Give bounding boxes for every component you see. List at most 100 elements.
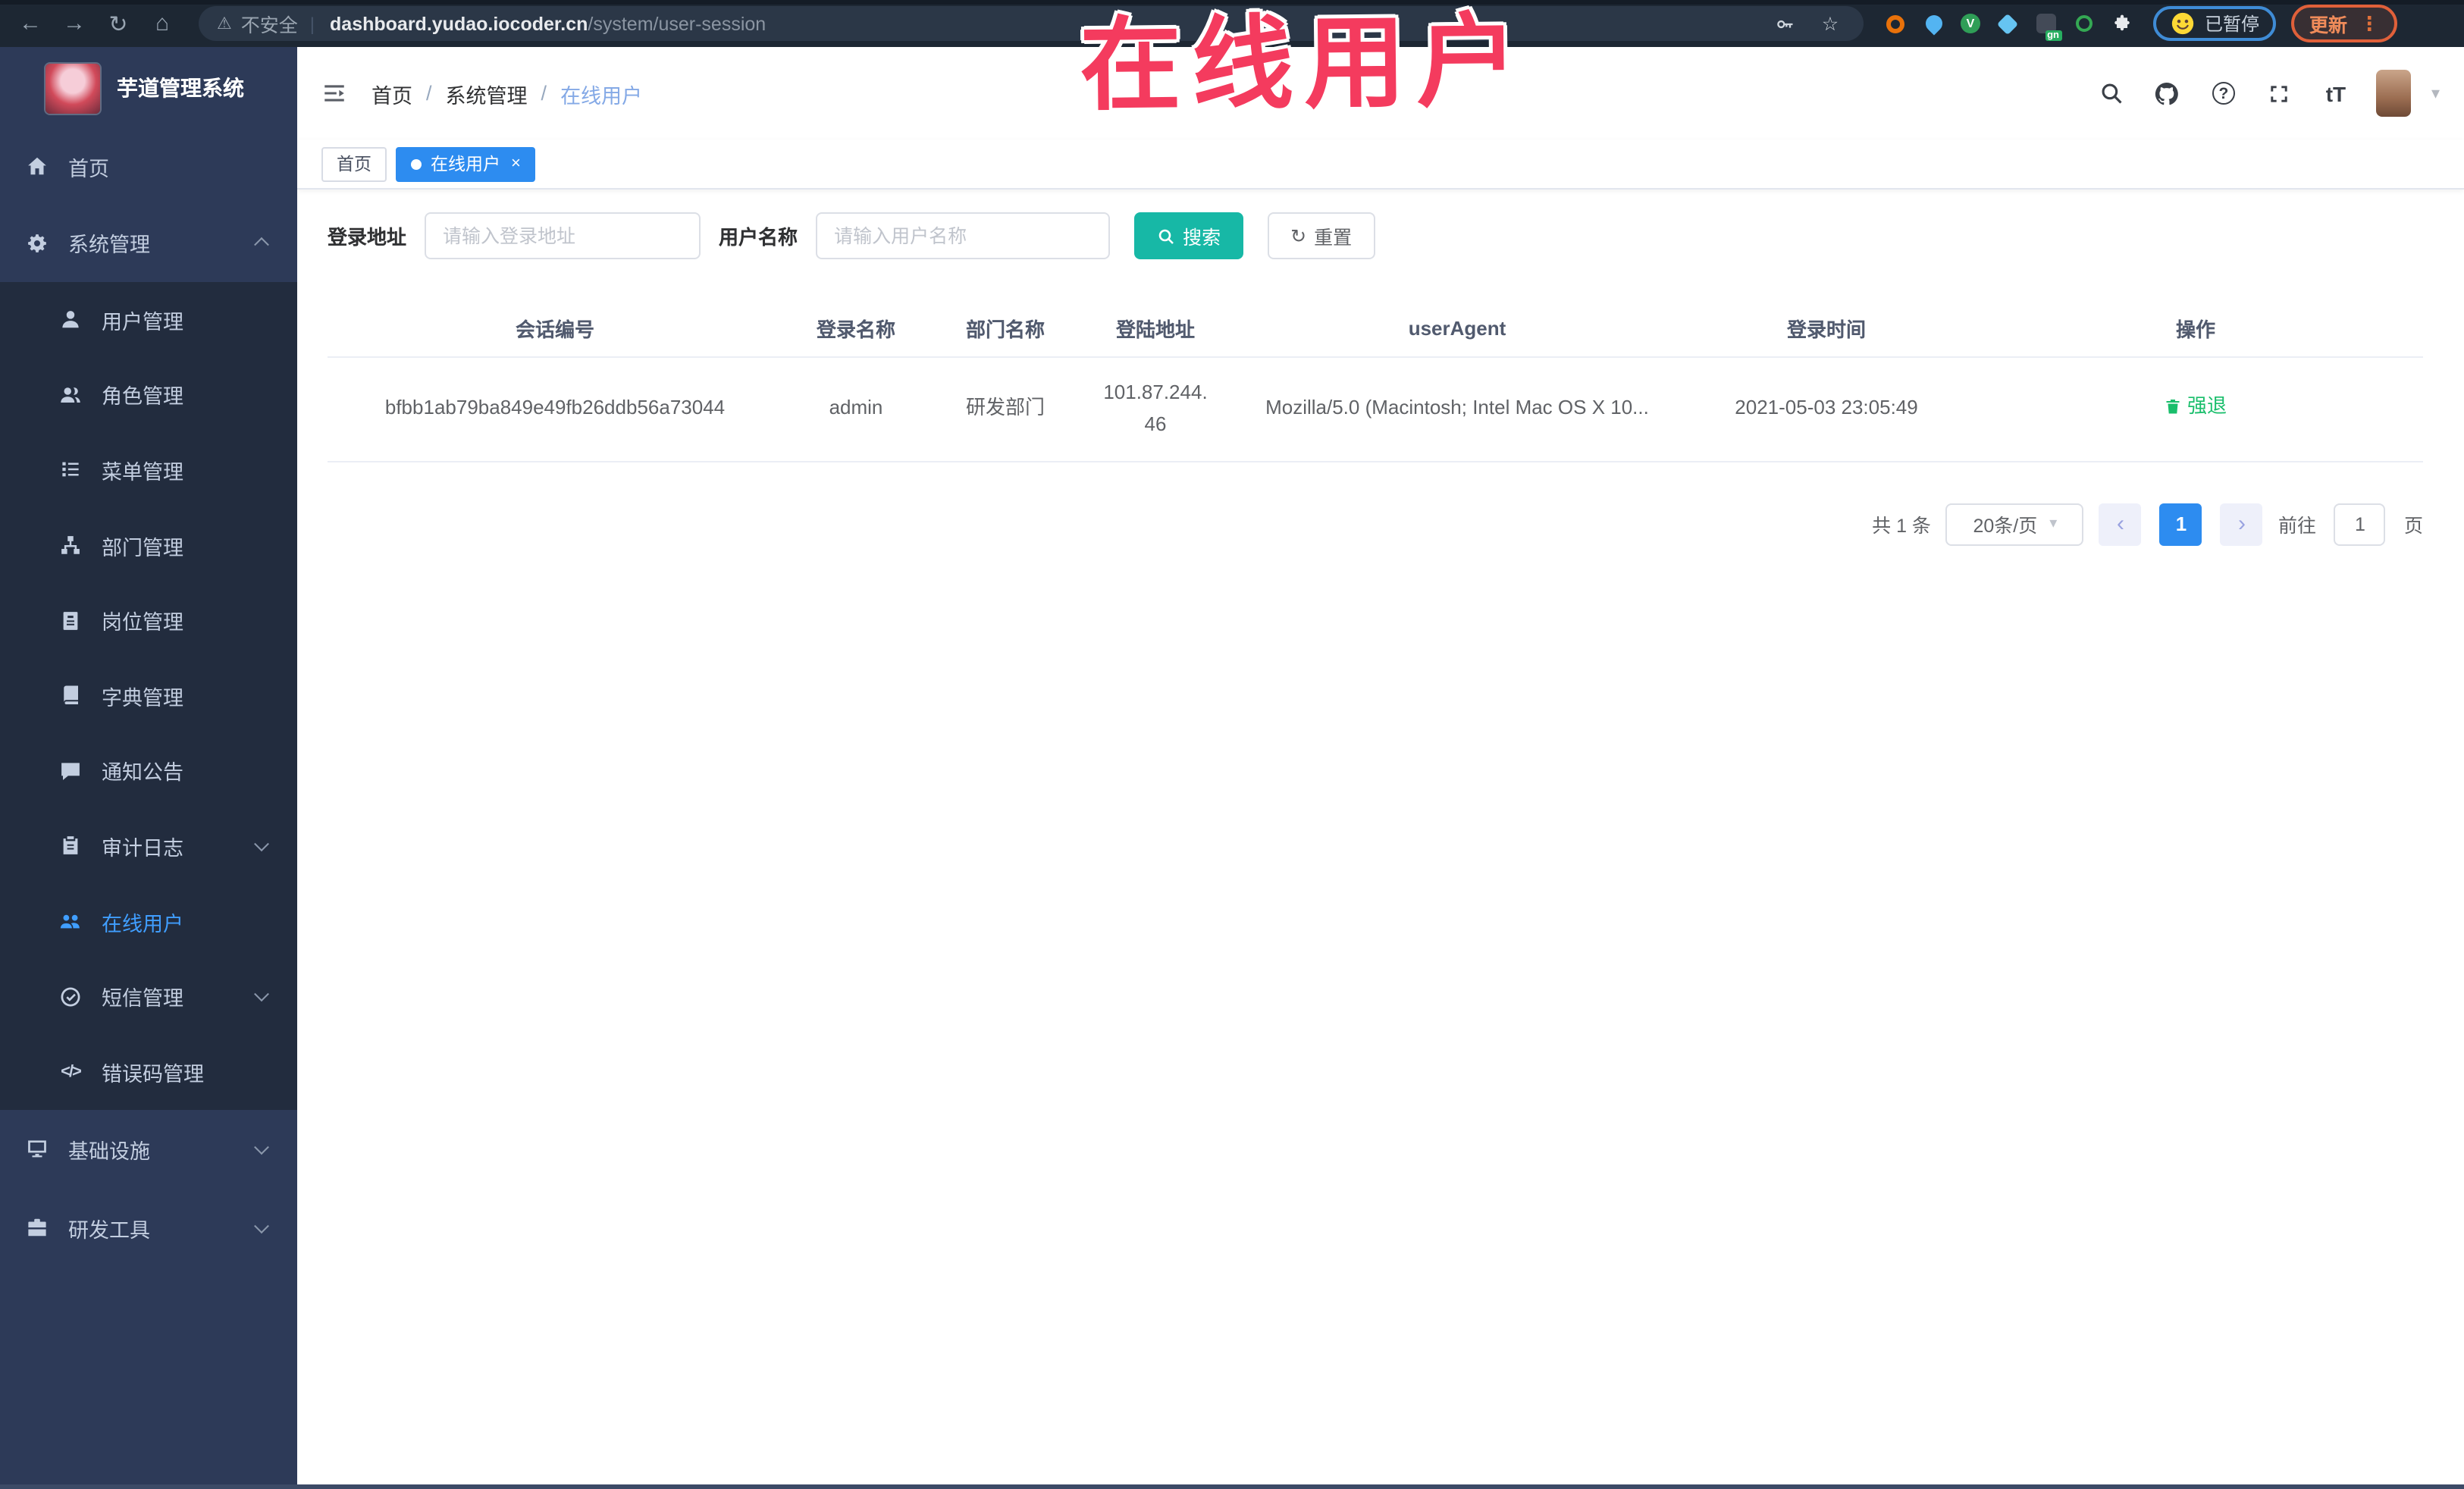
sidebar-item-system-management[interactable]: 系统管理 — [0, 203, 297, 282]
pagination: 共 1 条 20条/页 ▾ ‹ 1 › 前往 页 — [328, 503, 2423, 545]
sidebar-item-home[interactable]: 首页 — [0, 129, 297, 203]
extension-magnifier-icon[interactable] — [2073, 13, 2094, 34]
breadcrumb: 首页 / 系统管理 / 在线用户 — [371, 78, 642, 108]
clipboard-icon — [59, 835, 82, 857]
bookmark-star-icon[interactable]: ☆ — [1815, 8, 1845, 39]
code-icon: </> — [61, 1062, 82, 1081]
extension-drop-icon[interactable] — [1921, 11, 1945, 36]
github-icon[interactable] — [2152, 78, 2183, 108]
tree-icon — [59, 534, 82, 556]
sidebar-item-user-management[interactable]: 用户管理 — [0, 282, 297, 358]
header-actions: ? tT ▾ — [2096, 70, 2440, 117]
reset-button[interactable]: ↻ 重置 — [1268, 212, 1375, 259]
list-icon — [59, 459, 82, 481]
warning-icon: ⚠ — [217, 15, 232, 33]
active-dot — [411, 158, 422, 169]
extensions-puzzle-icon[interactable] — [2111, 13, 2132, 34]
update-button[interactable]: 更新 — [2309, 9, 2347, 38]
sidebar-item-dev-tools[interactable]: 研发工具 — [0, 1188, 297, 1267]
breadcrumb-current: 在线用户 — [560, 84, 643, 107]
chevron-down-icon — [254, 986, 269, 1002]
page-unit-label: 页 — [2403, 516, 2423, 537]
sidebar-item-post-management[interactable]: 岗位管理 — [0, 582, 297, 658]
close-icon[interactable]: × — [511, 155, 521, 173]
sidebar-item-menu-management[interactable]: 菜单管理 — [0, 432, 297, 508]
page-size-select[interactable]: 20条/页 ▾ — [1945, 503, 2084, 545]
sidebar-item-infrastructure[interactable]: 基础设施 — [0, 1109, 297, 1188]
online-users-icon — [59, 910, 82, 933]
url-host: dashboard.yudao.iocoder.cn — [330, 13, 588, 34]
reload-icon[interactable]: ↻ — [103, 8, 133, 39]
col-login-time: 登录时间 — [1685, 300, 1968, 357]
hamburger-icon[interactable] — [321, 80, 347, 106]
tag-home[interactable]: 首页 — [321, 146, 387, 181]
search-button[interactable]: 搜索 — [1134, 212, 1244, 259]
force-logout-button[interactable]: 强退 — [2165, 392, 2227, 422]
profile-paused-chip[interactable]: 已暂停 — [2153, 6, 2277, 41]
app-header: 首页 / 系统管理 / 在线用户 ? tT ▾ — [297, 47, 2464, 139]
prev-page-button[interactable]: ‹ — [2099, 503, 2142, 545]
divider: | — [309, 13, 315, 34]
cell-session-id: bfbb1ab79ba849e49fb26ddb56a73044 — [328, 356, 782, 462]
user-icon — [59, 309, 82, 331]
browser-home-icon[interactable]: ⌂ — [147, 8, 177, 39]
breadcrumb-home[interactable]: 首页 — [371, 78, 412, 108]
next-page-button[interactable]: › — [2220, 503, 2263, 545]
table-header-row: 会话编号 登录名称 部门名称 登陆地址 userAgent 登录时间 操作 — [328, 300, 2423, 357]
goto-page-input[interactable] — [2334, 503, 2386, 545]
sidebar-item-dict-management[interactable]: 字典管理 — [0, 657, 297, 734]
book-icon — [59, 685, 82, 707]
sidebar-item-role-management[interactable]: 角色管理 — [0, 357, 297, 433]
cell-action: 强退 — [1968, 356, 2423, 462]
avatar-caret-icon[interactable]: ▾ — [2431, 83, 2440, 103]
cell-login-time: 2021-05-03 23:05:49 — [1685, 356, 1968, 462]
goto-label: 前往 — [2277, 516, 2316, 537]
extension-database-icon[interactable]: gn — [2035, 13, 2061, 41]
security-label[interactable]: 不安全 — [241, 9, 298, 38]
back-icon[interactable]: ← — [15, 8, 45, 39]
fullscreen-icon[interactable] — [2265, 78, 2295, 108]
trash-icon — [2167, 400, 2180, 415]
sidebar-item-sms-management[interactable]: 短信管理 — [0, 958, 297, 1034]
forward-icon[interactable]: → — [59, 8, 89, 39]
sidebar-item-dept-management[interactable]: 部门管理 — [0, 507, 297, 583]
sidebar-item-errorcode-management[interactable]: </> 错误码管理 — [0, 1033, 297, 1110]
current-page-button[interactable]: 1 — [2159, 503, 2202, 545]
help-icon[interactable]: ? — [2209, 78, 2239, 108]
sidebar-item-online-users[interactable]: 在线用户 — [0, 883, 297, 959]
search-icon[interactable] — [2096, 78, 2127, 108]
breadcrumb-separator: / — [541, 82, 547, 105]
browser-menu-icon[interactable]: ⋮ — [2359, 11, 2379, 36]
message-icon — [59, 760, 82, 782]
smiley-avatar-icon — [2171, 12, 2194, 35]
extension-v-icon[interactable]: V — [1961, 14, 1980, 33]
search-icon — [1158, 228, 1174, 243]
chevron-down-icon — [254, 1139, 269, 1155]
browser-nav-buttons: ← → ↻ ⌂ — [0, 8, 177, 39]
tag-online-users[interactable]: 在线用户 × — [396, 146, 536, 181]
font-size-icon[interactable]: tT — [2321, 78, 2351, 108]
window-bottom-edge — [0, 1484, 2464, 1489]
username-input[interactable] — [816, 212, 1111, 259]
breadcrumb-system[interactable]: 系统管理 — [446, 78, 528, 108]
browser-update-chip[interactable]: 更新 ⋮ — [2291, 5, 2398, 42]
browser-toolbar: ← → ↻ ⌂ ⚠ 不安全 | dashboard.yudao.iocoder.… — [0, 0, 2464, 47]
user-avatar[interactable] — [2376, 70, 2412, 117]
filter-form: 登录地址 用户名称 搜索 ↻ 重置 — [328, 212, 2434, 259]
extension-spark-icon[interactable] — [1996, 12, 2019, 35]
chevron-down-icon: ▾ — [2049, 516, 2058, 532]
id-badge-icon — [59, 609, 82, 632]
page-content: 登录地址 用户名称 搜索 ↻ 重置 — [297, 190, 2464, 545]
sidebar-item-notice[interactable]: 通知公告 — [0, 733, 297, 809]
address-bar[interactable]: ⚠ 不安全 | dashboard.yudao.iocoder.cn/syste… — [199, 6, 1864, 41]
screen: ← → ↻ ⌂ ⚠ 不安全 | dashboard.yudao.iocoder.… — [0, 0, 2464, 1489]
login-address-input[interactable] — [425, 212, 701, 259]
app-logo-image — [45, 63, 100, 113]
sidebar-item-audit-log[interactable]: 审计日志 — [0, 808, 297, 884]
cell-username: admin — [782, 356, 929, 462]
extension-orange-icon[interactable] — [1885, 13, 1906, 34]
password-key-icon[interactable] — [1770, 8, 1800, 39]
app-logo-row[interactable]: 芋道管理系统 — [0, 47, 297, 129]
col-user-agent: userAgent — [1230, 300, 1685, 357]
cell-dept: 研发部门 — [929, 356, 1081, 462]
